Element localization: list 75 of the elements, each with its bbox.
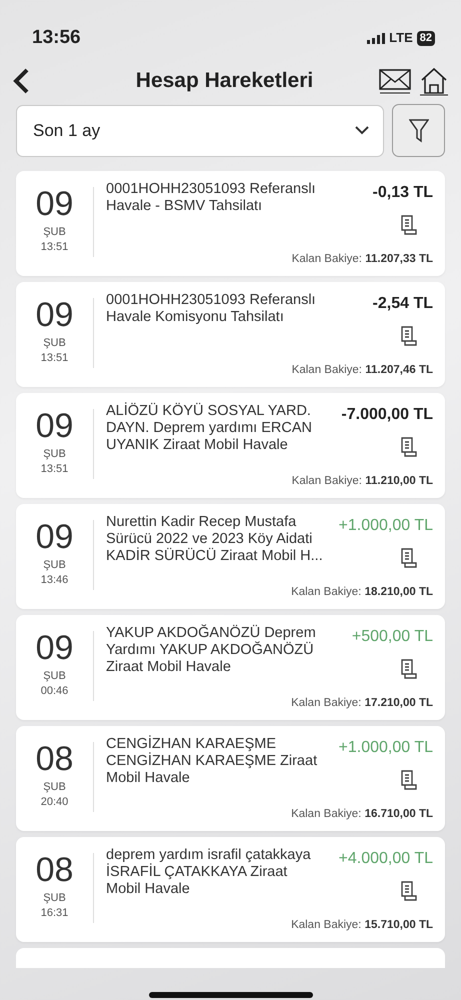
transaction-time: 13:51 <box>40 351 70 366</box>
receipt-icon[interactable] <box>401 881 417 901</box>
battery-level: 82 <box>416 30 435 46</box>
transaction-description: Nurettin Kadir Recep Mustafa Sürücü 2022 ve 2023 Köy Aidati KADİR SÜRÜCÜ Ziraat Mobil H... <box>105 514 323 566</box>
balance-value: 18.210,00 TL <box>364 586 433 598</box>
home-icon[interactable] <box>419 66 449 96</box>
page-title: Hesap Hareketleri <box>134 68 314 94</box>
transaction-card[interactable]: 09 ŞUB 13:51 0001HOHH23051093 Referanslı Havale Komisyonu Tahsilatı -2,54 TL Kalan Bakiye: 11.207,46 TL <box>16 282 445 387</box>
transaction-day: 08 <box>16 853 93 887</box>
balance-value: 16.710,00 TL <box>364 808 433 820</box>
transaction-card[interactable]: 09 ŞUB 00:46 YAKUP AKDOĞANÖZÜ Deprem Yardımı YAKUP AKDOĞANÖZÜ Ziraat Mobil Havale +500,00 TL Kalan Bakiye: 17.210,00 TL <box>16 615 445 720</box>
transaction-month: ŞUB <box>42 558 67 573</box>
transaction-amount: +4.000,00 TL <box>338 849 433 869</box>
transaction-amount: -2,54 TL <box>372 294 433 314</box>
transaction-day: 09 <box>16 631 93 665</box>
mail-icon[interactable] <box>379 68 411 94</box>
signal-icon <box>367 32 386 44</box>
network-label: LTE <box>389 29 413 48</box>
transaction-time: 13:46 <box>40 573 70 588</box>
transaction-description: deprem yardım israfil çatakkaya İSRAFİL ÇATAKKAYA Ziraat Mobil Havale <box>105 847 311 899</box>
transaction-time: 13:51 <box>40 462 70 477</box>
transaction-time: 16:31 <box>40 906 70 921</box>
balance-label: Kalan Bakiye: <box>292 252 362 265</box>
transaction-time: 20:40 <box>40 795 70 810</box>
transaction-day: 09 <box>16 409 93 443</box>
receipt-icon[interactable] <box>401 548 417 568</box>
balance-label: Kalan Bakiye: <box>291 918 362 931</box>
transaction-time: 00:46 <box>40 684 70 699</box>
transaction-card[interactable]: 08 ŞUB 16:31 deprem yardım israfil çatakkaya İSRAFİL ÇATAKKAYA Ziraat Mobil Havale +4.000,00 TL Kalan Bakiye: 15.710,00 TL <box>16 837 445 942</box>
transaction-amount: +1.000,00 TL <box>338 516 433 536</box>
transaction-description: 0001HOHH23051093 Referanslı Havale - BSMV Tahsilatı <box>105 181 316 216</box>
receipt-icon[interactable] <box>401 215 417 235</box>
receipt-icon[interactable] <box>401 659 417 679</box>
receipt-icon[interactable] <box>401 770 417 790</box>
transaction-card[interactable]: 09 ŞUB 13:51 0001HOHH23051093 Referanslı Havale - BSMV Tahsilatı -0,13 TL Kalan Bakiye: 11.207,33 TL <box>16 171 445 276</box>
transaction-card[interactable]: 09 ŞUB 13:46 Nurettin Kadir Recep Mustafa Sürücü 2022 ve 2023 Köy Aidati KADİR SÜRÜCÜ Ziraat Mobil H... +1.000,00 TL Kalan Bakiye: 18.210,00 TL <box>16 504 445 609</box>
period-select[interactable]: Son 1 ay <box>16 104 384 156</box>
transaction-description: 0001HOHH23051093 Referanslı Havale Komisyonu Tahsilatı <box>105 292 316 327</box>
filter-icon <box>408 118 428 142</box>
balance-value: 17.210,00 TL <box>364 696 433 709</box>
transaction-description: CENGİZHAN KARAEŞME CENGİZHAN KARAEŞME Ziraat Mobil Havale <box>105 736 318 788</box>
transaction-month: ŞUB <box>42 891 67 906</box>
balance-label: Kalan Bakiye: <box>291 696 362 709</box>
balance-value: 11.207,46 TL <box>365 364 433 376</box>
transaction-card[interactable]: 09 ŞUB 13:51 ALİÖZÜ KÖYÜ SOSYAL YARD. DAYN. Deprem yardımı ERCAN UYANIK Ziraat Mobil Havale -7.000,00 TL Kalan Bakiye: 11.210,00 TL <box>16 393 445 498</box>
status-time: 13:56 <box>32 26 81 50</box>
chevron-icon <box>355 126 369 135</box>
transaction-amount: +1.000,00 TL <box>338 738 433 758</box>
transaction-month: ŞUB <box>42 336 67 351</box>
transaction-card[interactable]: 08 ŞUB 20:40 CENGİZHAN KARAEŞME CENGİZHAN KARAEŞME Ziraat Mobil Havale +1.000,00 TL Kalan Bakiye: 16.710,00 TL <box>16 726 445 831</box>
transaction-month: ŞUB <box>42 225 67 240</box>
transaction-month: ŞUB <box>42 447 67 462</box>
filter-button[interactable] <box>392 104 445 157</box>
balance-value: 11.207,33 TL <box>365 252 433 265</box>
transaction-description: YAKUP AKDOĞANÖZÜ Deprem Yardımı YAKUP AKDOĞANÖZÜ Ziraat Mobil Havale <box>105 625 316 677</box>
transaction-description: ALİÖZÜ KÖYÜ SOSYAL YARD. DAYN. Deprem yardımı ERCAN UYANIK Ziraat Mobil Havale <box>105 403 312 455</box>
transaction-amount: +500,00 TL <box>352 627 433 647</box>
transaction-day: 09 <box>16 520 93 554</box>
balance-label: Kalan Bakiye: <box>292 474 362 487</box>
receipt-icon[interactable] <box>401 326 417 346</box>
back-icon[interactable] <box>12 67 30 95</box>
transaction-day: 08 <box>16 742 93 776</box>
receipt-icon[interactable] <box>401 437 417 457</box>
transaction-day: 09 <box>16 187 93 221</box>
transaction-time: 13:51 <box>40 240 70 255</box>
balance-label: Kalan Bakiye: <box>291 586 362 598</box>
balance-value: 11.210,00 TL <box>365 474 433 487</box>
transaction-amount: -7.000,00 TL <box>341 405 433 425</box>
transaction-day: 09 <box>16 298 93 332</box>
balance-label: Kalan Bakiye: <box>291 808 362 820</box>
transaction-month: ŞUB <box>42 780 67 795</box>
balance-value: 15.710,00 TL <box>364 918 433 931</box>
balance-label: Kalan Bakiye: <box>292 364 362 376</box>
transaction-amount: -0,13 TL <box>372 183 433 203</box>
transaction-month: ŞUB <box>42 669 67 684</box>
